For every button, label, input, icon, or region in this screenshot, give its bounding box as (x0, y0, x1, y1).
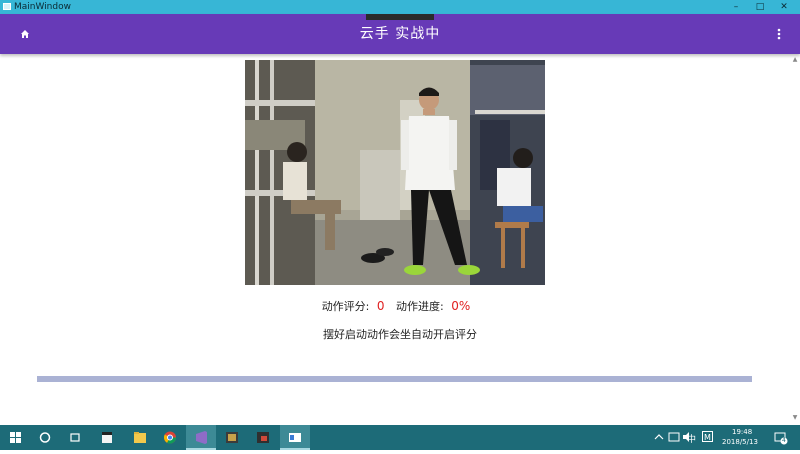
window-app-icon (3, 3, 11, 10)
task-view-icon (70, 433, 80, 442)
taskbar-app-visual-studio[interactable] (186, 425, 216, 450)
network-icon[interactable] (668, 431, 680, 443)
more-menu-button[interactable] (770, 26, 788, 42)
taskbar-app-tool-one[interactable] (217, 425, 247, 450)
folder-icon (134, 432, 146, 443)
action-progress-bar (37, 376, 752, 382)
task-view-button[interactable] (60, 425, 90, 450)
cortana-button[interactable] (30, 425, 60, 450)
taskbar-app-mainwindow[interactable] (280, 425, 310, 450)
clock-date[interactable]: 2018/5/13 (722, 438, 758, 446)
notification-count: 4 (782, 437, 786, 444)
taskbar-app-sticky-notes[interactable] (92, 425, 122, 450)
taskbar-app-chrome[interactable] (155, 425, 185, 450)
progress-value: 0% (451, 299, 471, 313)
window-titlebar: MainWindow – □ ✕ (0, 0, 800, 14)
restore-button[interactable]: □ (750, 0, 770, 14)
progress-label: 动作进度: (396, 300, 444, 313)
start-hint-text: 摆好启动动作会坐自动开启评分 (323, 328, 477, 341)
sticky-notes-icon (102, 432, 112, 443)
ime-mode-indicator[interactable]: M (702, 431, 713, 442)
taskbar-app-file-explorer[interactable] (125, 425, 155, 450)
window-title: MainWindow (14, 2, 71, 12)
chrome-icon (163, 431, 176, 444)
app-bar: 云手 实战中 (0, 14, 800, 54)
windows-logo-icon (10, 432, 21, 443)
minimize-button[interactable]: – (726, 0, 746, 14)
ime-indicator[interactable]: 中 (687, 432, 696, 445)
score-label: 动作评分: (321, 300, 370, 313)
close-button[interactable]: ✕ (774, 0, 794, 14)
scroll-down-arrow-icon[interactable]: ▼ (790, 414, 800, 422)
start-button[interactable] (0, 425, 30, 450)
score-value: 0 (376, 299, 385, 313)
taskbar-app-tool-two[interactable] (248, 425, 278, 450)
taskbar: 中 M 19:48 2018/5/13 4 (0, 425, 800, 450)
scroll-up-arrow-icon[interactable]: ▲ (790, 56, 800, 64)
more-vert-icon (777, 28, 781, 40)
search-circle-icon (39, 432, 51, 443)
chevron-up-icon[interactable] (654, 433, 664, 441)
home-icon (21, 30, 29, 38)
page-title: 云手 实战中 (359, 26, 441, 42)
app-tool-icon-2 (257, 432, 269, 443)
home-button[interactable] (16, 26, 34, 42)
mainwindow-app-icon (289, 433, 301, 442)
camera-preview (245, 60, 545, 285)
app-tool-icon (226, 432, 238, 443)
clock-time[interactable]: 19:48 (732, 428, 752, 436)
score-line: 动作评分: 0 动作进度: 0% (0, 298, 800, 314)
visual-studio-icon (196, 431, 207, 444)
camera-frame-image (245, 60, 545, 285)
